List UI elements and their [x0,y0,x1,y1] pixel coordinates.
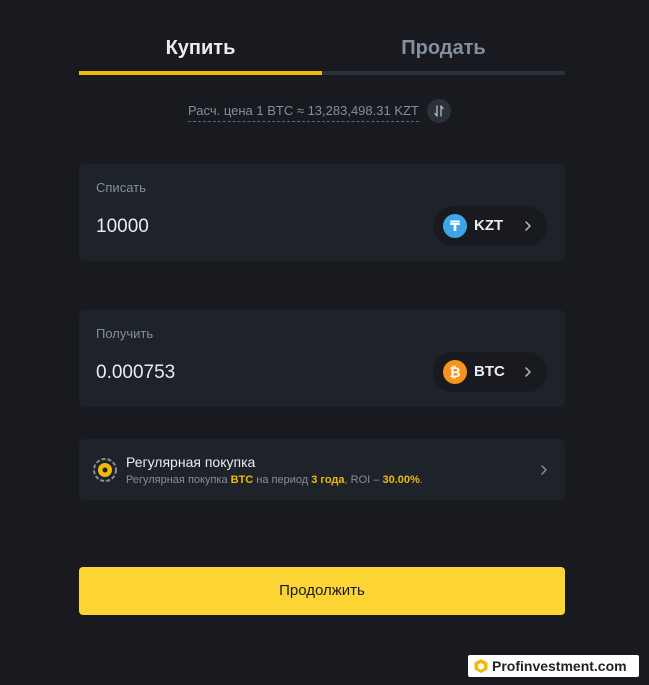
recurring-coin: BTC [230,474,254,486]
receive-card: Получить ₿ BTC [79,310,565,407]
watermark: Profinvestment.com [468,655,639,677]
spend-label: Списать [96,180,146,195]
rate-line: Расч. цена 1 BTC ≈ 13,283,498.31 KZT [188,99,451,123]
swap-icon [434,105,444,117]
recurring-buy-description: Регулярная покупка BTC на период 3 года,… [126,474,423,486]
chevron-right-icon [541,465,547,475]
tab-sell[interactable]: Продать [322,30,565,66]
continue-button[interactable]: Продолжить [79,567,565,615]
receive-amount-input[interactable] [96,362,396,384]
recurring-sub-prefix: Регулярная покупка [126,474,231,486]
watermark-text: Profinvestment.com [492,658,627,674]
spend-card: Списать ₸ KZT [79,164,565,261]
tab-buy[interactable]: Купить [79,30,322,66]
tenge-icon: ₸ [443,214,467,238]
receive-currency-select[interactable]: ₿ BTC [433,352,547,392]
spend-currency-select[interactable]: ₸ KZT [433,206,547,246]
chevron-right-icon [525,367,531,377]
spend-currency-code: KZT [474,217,504,234]
recurring-buy-banner[interactable]: Регулярная покупка Регулярная покупка BT… [79,439,565,500]
buy-sell-tabs: Купить Продать [79,30,565,75]
recurring-sub-end: . [419,474,423,486]
buy-crypto-page: Купить Продать Расч. цена 1 BTC ≈ 13,283… [0,0,649,685]
swap-rate-button[interactable] [426,99,451,123]
recurring-sub-roi: , ROI – [344,474,383,486]
recurring-period: 3 года [311,474,345,486]
recurring-buy-icon [93,458,117,482]
chevron-right-icon [525,221,531,231]
recurring-sub-mid: на период [253,474,312,486]
receive-currency-code: BTC [474,363,505,380]
bitcoin-icon: ₿ [443,360,467,384]
recurring-roi: 30.00% [382,474,420,486]
recurring-buy-title: Регулярная покупка [126,454,256,470]
profinvestment-logo-icon [474,659,488,673]
estimated-rate[interactable]: Расч. цена 1 BTC ≈ 13,283,498.31 KZT [188,101,419,122]
tab-active-indicator [79,71,322,75]
receive-label: Получить [96,326,154,341]
spend-amount-input[interactable] [96,216,396,238]
